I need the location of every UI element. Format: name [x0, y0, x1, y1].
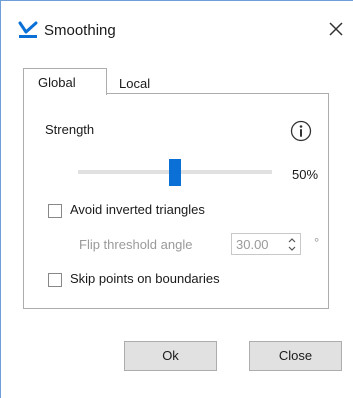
strength-value: 50%	[292, 167, 319, 182]
tab-global[interactable]: Global	[23, 68, 107, 95]
window-border-top	[0, 0, 353, 1]
info-icon[interactable]	[290, 120, 312, 142]
close-button[interactable]: Close	[249, 341, 342, 371]
ok-button[interactable]: Ok	[124, 341, 217, 371]
window-border-left	[0, 0, 1, 398]
close-icon[interactable]	[327, 20, 345, 38]
app-icon	[18, 21, 38, 38]
window-title: Smoothing	[44, 22, 116, 39]
flip-threshold-label: Flip threshold angle	[79, 237, 193, 252]
spin-down-icon[interactable]	[286, 244, 298, 253]
skip-boundaries-label[interactable]: Skip points on boundaries	[70, 270, 220, 288]
flip-threshold-stepper[interactable]: 30.00	[231, 233, 301, 255]
avoid-inverted-label[interactable]: Avoid inverted triangles	[70, 201, 205, 219]
smoothing-dialog: Smoothing Global Local Strength 50% Avoi…	[0, 0, 353, 398]
strength-slider-thumb[interactable]	[169, 159, 181, 186]
flip-threshold-unit: °	[314, 235, 320, 250]
strength-label: Strength	[45, 122, 95, 137]
tab-local[interactable]: Local	[107, 71, 167, 94]
flip-threshold-value[interactable]: 30.00	[236, 236, 269, 253]
skip-boundaries-checkbox[interactable]	[48, 273, 62, 287]
avoid-inverted-checkbox[interactable]	[48, 204, 62, 218]
